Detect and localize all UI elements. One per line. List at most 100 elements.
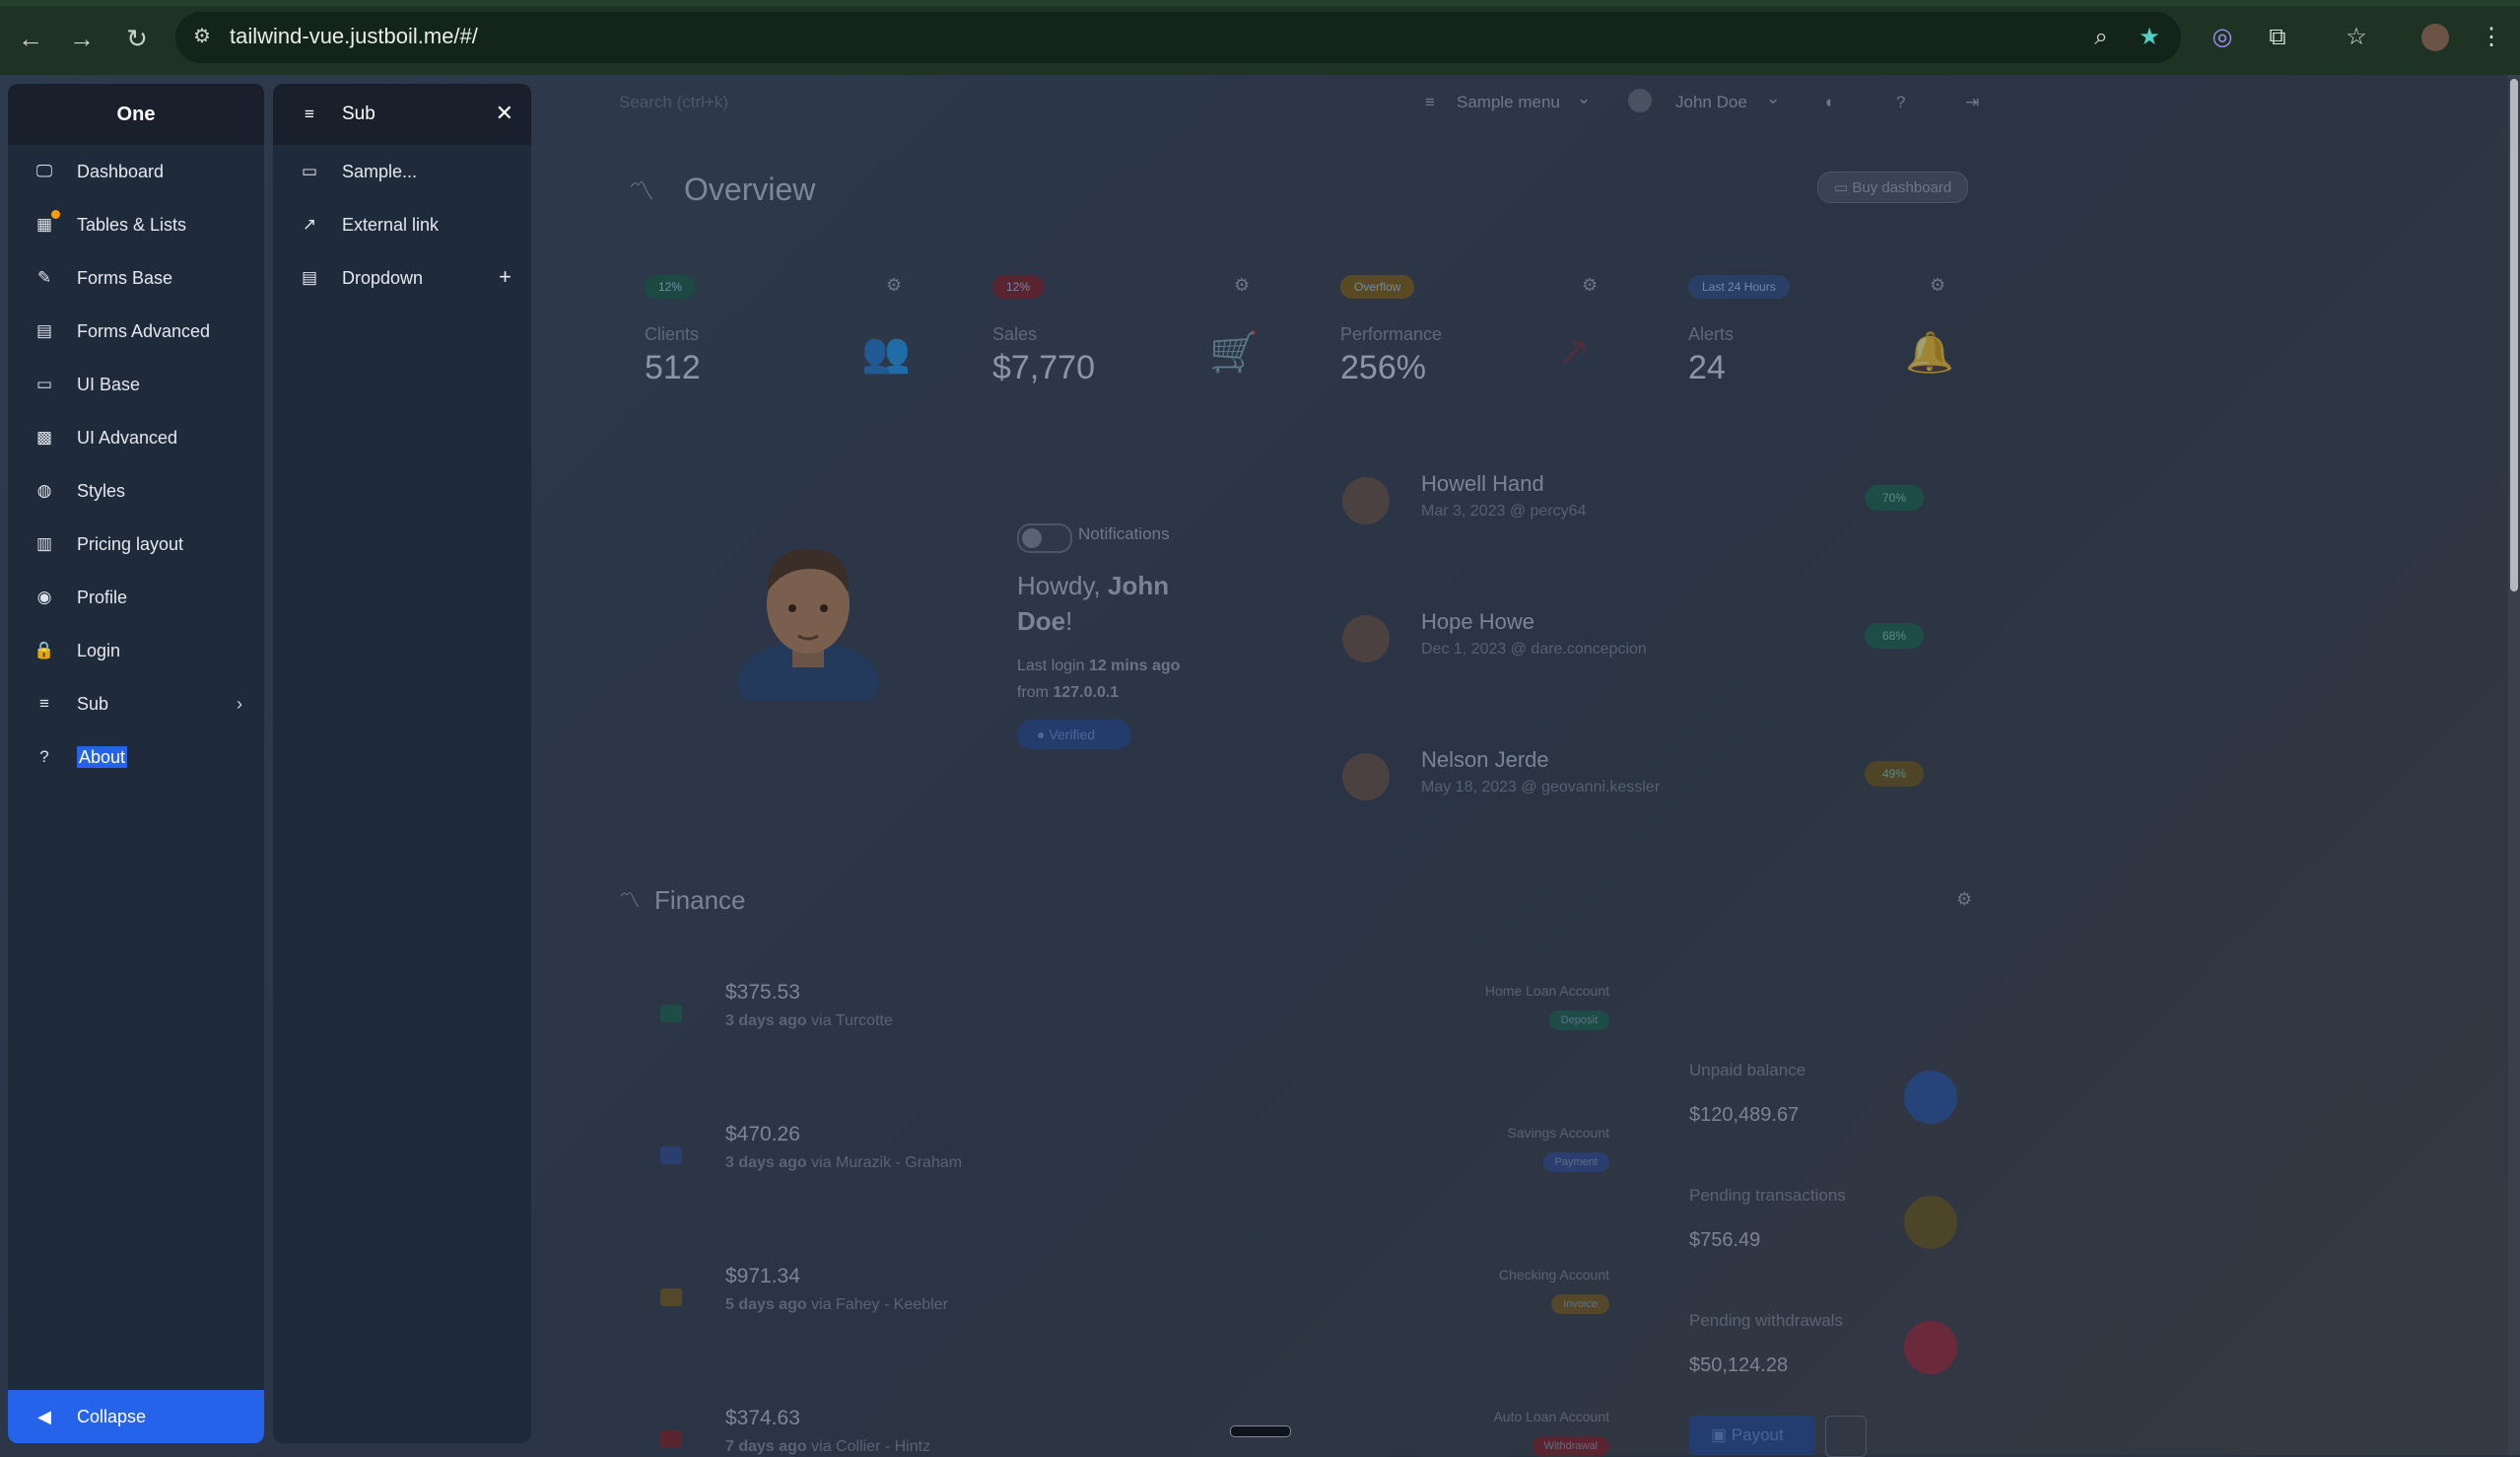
sidebar-item-forms-advanced[interactable]: ▤ Forms Advanced xyxy=(8,305,264,358)
sidebar-item-profile[interactable]: ◉ Profile xyxy=(8,571,264,624)
submenu-header: ≡ Sub ✕ xyxy=(273,84,531,145)
section-title-finance: Finance xyxy=(654,885,746,915)
transaction-via: via Collier - Hintz xyxy=(811,1438,931,1455)
last-login: Last login 12 mins ago from 127.0.0.1 xyxy=(1017,653,1180,706)
form-icon: ▤ xyxy=(35,321,53,340)
transaction-meta: 3 days ago via Turcotte xyxy=(725,1012,893,1030)
scrollbar-thumb[interactable] xyxy=(2510,79,2518,591)
buy-dashboard-label: Buy dashboard xyxy=(1852,179,1952,196)
notifications-toggle[interactable] xyxy=(1017,523,1072,553)
summary-icon xyxy=(1904,1071,1957,1124)
user-meta: Mar 3, 2023 @ percy64 xyxy=(1421,503,1587,520)
stat-label: Sales xyxy=(992,324,1038,344)
kebab-menu-icon[interactable]: ⋮ xyxy=(2474,20,2509,55)
transaction-type-badge: Invoice xyxy=(1551,1294,1609,1314)
greeting: Howdy, John Doe! xyxy=(1017,568,1214,639)
submenu-icon: ▤ xyxy=(301,268,318,287)
payout-label: Payout xyxy=(1731,1425,1784,1444)
payout-button[interactable]: ▣ Payout xyxy=(1689,1416,1815,1455)
menu-open-icon: ≡ xyxy=(305,104,314,123)
summary-value: $120,489.67 xyxy=(1689,1104,1800,1126)
gear-icon[interactable]: ⚙ xyxy=(1930,275,1945,296)
sidebar-item-dashboard[interactable]: 🖵 Dashboard xyxy=(8,145,264,198)
avatar[interactable] xyxy=(2418,20,2453,55)
zoom-icon[interactable]: ⌕ xyxy=(2083,20,2119,55)
menu-open-icon: ≡ xyxy=(39,694,49,713)
search-input[interactable]: Search (ctrl+k) xyxy=(619,93,728,112)
chevron-down-icon: ⌄ xyxy=(1577,89,1592,107)
sidebar-item-login[interactable]: 🔒 Login xyxy=(8,624,264,677)
summary-label: Pending withdrawals xyxy=(1689,1311,1843,1330)
sidebar-item-pricing-layout[interactable]: ▥ Pricing layout xyxy=(8,518,264,571)
submenu-item-sample[interactable]: ▭ Sample... xyxy=(273,145,531,198)
reload-icon[interactable]: ↻ xyxy=(120,22,154,55)
sample-menu[interactable]: Sample menu xyxy=(1457,93,1560,112)
gear-icon[interactable]: ⚙ xyxy=(1582,275,1598,296)
user-name: Nelson Jerde xyxy=(1421,747,1549,772)
pricing-icon: ▥ xyxy=(35,534,53,553)
plus-icon[interactable]: + xyxy=(499,265,511,289)
theme-toggle-icon[interactable]: ◐ xyxy=(1825,93,1835,112)
close-icon[interactable]: ✕ xyxy=(496,102,513,125)
site-settings-icon[interactable]: ⚙ xyxy=(187,22,217,51)
sidebar-item-about[interactable]: ? About xyxy=(8,730,264,784)
sidebar-item-forms-base[interactable]: ✎ Forms Base xyxy=(8,251,264,305)
transaction-icon xyxy=(660,1288,682,1306)
sidebar-item-label: Profile xyxy=(77,588,128,607)
forward-icon[interactable]: → xyxy=(65,22,99,55)
aside-menu: One 🖵 Dashboard ▦ Tables & Lists ✎ Forms Base… xyxy=(8,84,264,1443)
transaction-amount: $374.63 xyxy=(725,1407,800,1429)
submenu-icon: ↗ xyxy=(302,215,317,234)
back-icon[interactable]: ← xyxy=(14,22,47,55)
credit-card-icon: ▣ xyxy=(1711,1425,1732,1444)
extension-icon[interactable]: ◎ xyxy=(2205,20,2240,55)
chevron-right-icon: › xyxy=(237,694,242,714)
sidebar-item-ui-advanced[interactable]: ▩ UI Advanced xyxy=(8,411,264,464)
cart-icon: ▭ xyxy=(1834,179,1853,196)
users-icon: 👥 xyxy=(861,331,911,375)
progress-badge: 70% xyxy=(1865,485,1925,511)
help-icon[interactable]: ? xyxy=(1896,93,1905,112)
edit-icon: ✎ xyxy=(36,268,52,287)
collapse-button[interactable]: ◀ Collapse xyxy=(8,1390,264,1443)
logout-icon[interactable]: ⇥ xyxy=(1965,93,1979,112)
submenu-icon: ▭ xyxy=(301,162,318,180)
submenu-panel: ≡ Sub ✕ ▭ Sample... ↗ External link ▤ Dropdow… xyxy=(273,84,531,1443)
url-text[interactable]: tailwind-vue.justboil.me/#/ xyxy=(230,24,478,49)
submenu-item-dropdown[interactable]: ▤ Dropdown + xyxy=(273,251,531,305)
home-button[interactable] xyxy=(1825,1416,1867,1457)
transaction-icon xyxy=(660,1005,682,1022)
trending-up-icon: ↗ xyxy=(1557,330,1591,374)
sidebar-item-tables-lists[interactable]: ▦ Tables & Lists xyxy=(8,198,264,251)
extensions-puzzle-icon[interactable]: ⧉ xyxy=(2260,20,2295,55)
buy-dashboard-button[interactable]: ▭ Buy dashboard xyxy=(1817,172,1969,203)
sidebar-item-sub[interactable]: ≡ Sub › xyxy=(8,677,264,730)
sidebar-item-label: Pricing layout xyxy=(77,534,184,554)
user-menu[interactable]: John Doe xyxy=(1675,93,1747,112)
ip-address: 127.0.0.1 xyxy=(1053,684,1120,701)
sidebar-item-label: Styles xyxy=(77,481,126,501)
notification-dot xyxy=(51,210,60,219)
submenu-item-label: Dropdown xyxy=(342,268,424,288)
avatar xyxy=(1342,477,1390,524)
transaction-via: via Fahey - Keebler xyxy=(811,1296,948,1313)
collapse-label: Collapse xyxy=(77,1407,147,1426)
stat-value: $7,770 xyxy=(992,349,1095,386)
gear-icon[interactable]: ⚙ xyxy=(886,275,902,296)
transaction-via: via Murazik - Graham xyxy=(811,1154,963,1171)
notifications-label: Notifications xyxy=(1078,524,1170,543)
sidebar-item-styles[interactable]: ◍ Styles xyxy=(8,464,264,518)
sidebar-item-ui-base[interactable]: ▭ UI Base xyxy=(8,358,264,411)
verified-badge: ● Verified xyxy=(1017,720,1131,749)
submenu-item-external-link[interactable]: ↗ External link xyxy=(273,198,531,251)
gear-icon[interactable]: ⚙ xyxy=(1956,889,1972,910)
drag-handle[interactable] xyxy=(1230,1425,1291,1437)
bookmark-star-icon[interactable]: ★ xyxy=(2132,20,2167,55)
sidebar-item-label: Forms Base xyxy=(77,268,173,288)
scrollbar[interactable] xyxy=(2508,75,2520,1455)
user-circle-icon: ◉ xyxy=(36,588,52,606)
bookmarks-icon[interactable]: ☆ xyxy=(2339,20,2374,55)
stat-pill: Last 24 Hours xyxy=(1688,275,1790,299)
gear-icon[interactable]: ⚙ xyxy=(1234,275,1250,296)
account-name: Home Loan Account xyxy=(1484,983,1609,999)
